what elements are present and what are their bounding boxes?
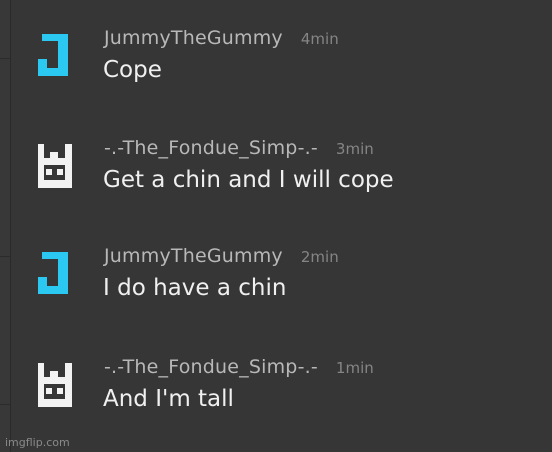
timestamp: 3min <box>335 140 374 158</box>
letter-j-icon <box>38 34 68 76</box>
watermark: imgflip.com <box>5 436 70 449</box>
avatar[interactable] <box>36 361 72 407</box>
avatar[interactable] <box>36 250 72 296</box>
username[interactable]: JummyTheGummy <box>104 27 283 49</box>
message-text: I do have a chin <box>103 275 287 301</box>
letter-j-icon <box>38 252 68 294</box>
message-header: -.-The_Fondue_Simp-.- 3min <box>104 137 374 163</box>
message-text: Cope <box>103 57 162 83</box>
timestamp: 4min <box>300 30 339 48</box>
chat-window: JummyTheGummy 4min Cope -.-The_Fondue_Si… <box>0 0 552 452</box>
avatar[interactable] <box>36 32 72 78</box>
timestamp: 1min <box>335 359 374 377</box>
chat-message: -.-The_Fondue_Simp-.- 1min And I'm tall <box>36 356 536 436</box>
username[interactable]: JummyTheGummy <box>104 245 283 267</box>
cat-face-icon <box>38 144 72 188</box>
chat-message: -.-The_Fondue_Simp-.- 3min Get a chin an… <box>36 137 536 217</box>
avatar[interactable] <box>36 142 72 188</box>
message-header: JummyTheGummy 4min <box>104 27 339 53</box>
username[interactable]: -.-The_Fondue_Simp-.- <box>104 356 318 378</box>
message-header: JummyTheGummy 2min <box>104 245 339 271</box>
message-text: And I'm tall <box>103 386 234 412</box>
message-header: -.-The_Fondue_Simp-.- 1min <box>104 356 374 382</box>
username[interactable]: -.-The_Fondue_Simp-.- <box>104 137 318 159</box>
message-text: Get a chin and I will cope <box>103 167 394 193</box>
cat-face-icon <box>38 363 72 407</box>
chat-message: JummyTheGummy 4min Cope <box>36 27 536 107</box>
chat-message: JummyTheGummy 2min I do have a chin <box>36 245 536 325</box>
timestamp: 2min <box>300 248 339 266</box>
message-list: JummyTheGummy 4min Cope -.-The_Fondue_Si… <box>0 0 552 452</box>
